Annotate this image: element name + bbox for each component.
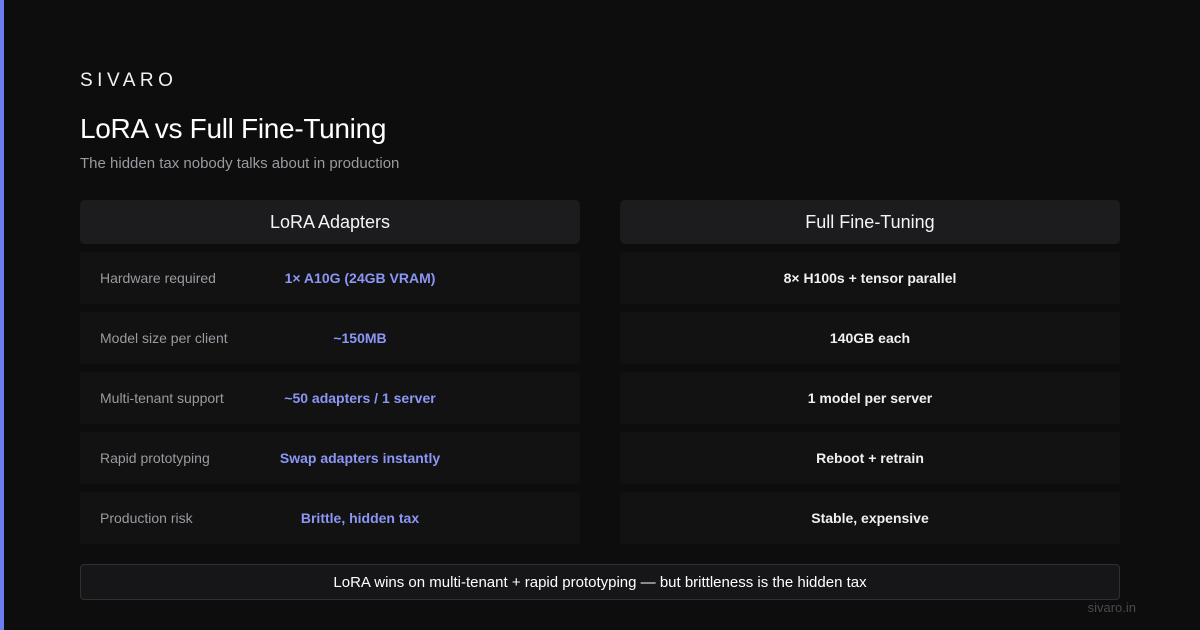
page-subtitle: The hidden tax nobody talks about in pro… xyxy=(80,155,400,172)
full-row-production-risk: Stable, expensive xyxy=(620,492,1120,544)
brand-logo: SIVARO xyxy=(80,70,178,91)
lora-value: Swap adapters instantly xyxy=(279,450,441,466)
full-row-model-size: 140GB each xyxy=(620,312,1120,364)
lora-value: ~50 adapters / 1 server xyxy=(284,390,436,406)
full-value: 140GB each xyxy=(829,330,911,346)
full-row-multi-tenant: 1 model per server xyxy=(620,372,1120,424)
lora-row-hardware: Hardware required 1× A10G (24GB VRAM) xyxy=(80,252,580,304)
lora-value: ~150MB xyxy=(333,330,387,346)
full-value: 1 model per server xyxy=(807,390,933,406)
lora-row-model-size: Model size per client ~150MB xyxy=(80,312,580,364)
page-title: LoRA vs Full Fine-Tuning xyxy=(80,113,387,144)
full-row-hardware: 8× H100s + tensor parallel xyxy=(620,252,1120,304)
summary-banner: LoRA wins on multi-tenant + rapid protot… xyxy=(80,564,1120,600)
full-row-prototyping: Reboot + retrain xyxy=(620,432,1120,484)
accent-bar xyxy=(0,0,4,630)
full-value: Reboot + retrain xyxy=(816,450,924,466)
lora-value: Brittle, hidden tax xyxy=(300,510,420,526)
lora-value: 1× A10G (24GB VRAM) xyxy=(284,270,436,286)
footer-url: sivaro.in xyxy=(1087,600,1136,615)
lora-column-header: LoRA Adapters xyxy=(80,200,580,244)
full-value: Stable, expensive xyxy=(811,510,929,526)
full-value: 8× H100s + tensor parallel xyxy=(783,270,957,286)
lora-row-prototyping: Rapid prototyping Swap adapters instantl… xyxy=(80,432,580,484)
full-finetuning-column-header: Full Fine-Tuning xyxy=(620,200,1120,244)
lora-row-multi-tenant: Multi-tenant support ~50 adapters / 1 se… xyxy=(80,372,580,424)
lora-row-production-risk: Production risk Brittle, hidden tax xyxy=(80,492,580,544)
